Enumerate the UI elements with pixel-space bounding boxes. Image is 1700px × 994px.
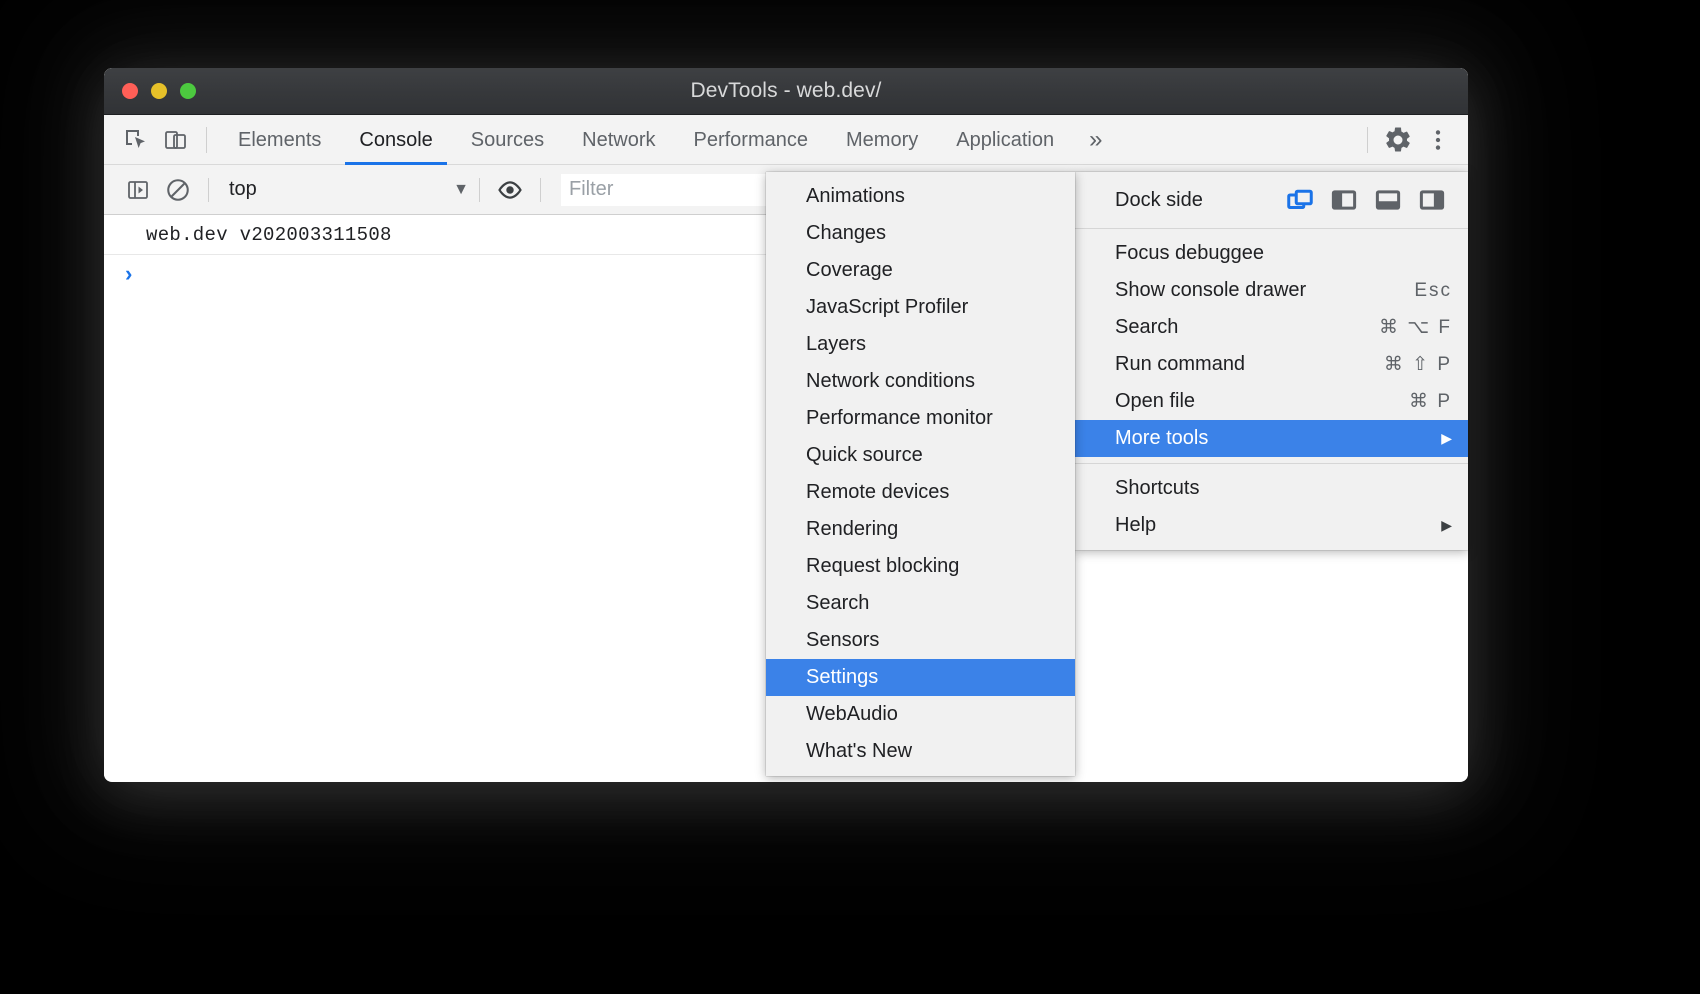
menu-item-label: Quick source	[806, 444, 1059, 467]
tab-sources[interactable]: Sources	[452, 115, 563, 165]
submenu-arrow-icon: ▶	[1441, 430, 1452, 447]
submenu-item-search[interactable]: Search	[766, 585, 1075, 622]
menu-item-label: Run command	[1115, 353, 1356, 376]
clear-console-icon[interactable]	[158, 172, 198, 208]
menu-item-label: JavaScript Profiler	[806, 296, 1059, 319]
menu-item-label: Settings	[806, 666, 1059, 689]
console-prompt-caret-icon: ›	[122, 263, 135, 288]
tabbar-right-divider	[1367, 127, 1368, 153]
menu-separator-2	[1075, 463, 1468, 464]
menu-item-label: Focus debuggee	[1115, 242, 1452, 265]
console-toolbar-divider-1	[208, 178, 209, 202]
menu-item-focus-debuggee[interactable]: Focus debuggee	[1075, 235, 1468, 272]
execution-context-select[interactable]: top ▼	[219, 172, 469, 208]
submenu-item-layers[interactable]: Layers	[766, 326, 1075, 363]
menu-item-label: More tools	[1115, 427, 1423, 450]
devtools-tabbar: Elements Console Sources Network Perform…	[104, 115, 1468, 165]
submenu-item-network-conditions[interactable]: Network conditions	[766, 363, 1075, 400]
submenu-item-settings[interactable]: Settings	[766, 659, 1075, 696]
tab-memory[interactable]: Memory	[827, 115, 937, 165]
submenu-item-coverage[interactable]: Coverage	[766, 252, 1075, 289]
submenu-item-whats-new[interactable]: What's New	[766, 733, 1075, 770]
menu-item-shortcut: ⌘ ⌥ F	[1379, 316, 1452, 339]
more-tools-submenu: Animations Changes Coverage JavaScript P…	[766, 172, 1075, 776]
dock-to-bottom-icon[interactable]	[1368, 183, 1408, 217]
submenu-item-changes[interactable]: Changes	[766, 215, 1075, 252]
undock-into-separate-window-icon[interactable]	[1280, 183, 1320, 217]
menu-item-label: Remote devices	[806, 481, 1059, 504]
tab-console[interactable]: Console	[340, 115, 451, 165]
chevron-down-icon: ▼	[453, 181, 469, 199]
window-title: DevTools - web.dev/	[104, 68, 1468, 114]
more-options-menu: Dock side	[1075, 172, 1468, 550]
submenu-item-request-blocking[interactable]: Request blocking	[766, 548, 1075, 585]
console-toolbar-divider-2	[479, 178, 480, 202]
menu-item-label: What's New	[806, 740, 1059, 763]
submenu-item-quick-source[interactable]: Quick source	[766, 437, 1075, 474]
inspect-element-icon[interactable]	[118, 123, 154, 157]
dock-to-right-icon[interactable]	[1412, 183, 1452, 217]
menu-item-help[interactable]: Help ▶	[1075, 507, 1468, 544]
menu-item-more-tools[interactable]: More tools ▶	[1075, 420, 1468, 457]
tab-performance[interactable]: Performance	[675, 115, 828, 165]
more-options-kebab-icon[interactable]	[1420, 123, 1456, 157]
console-message-text: web.dev v202003311508	[146, 224, 392, 246]
menu-item-label: Rendering	[806, 518, 1059, 541]
menu-item-label: Changes	[806, 222, 1059, 245]
menu-item-open-file[interactable]: Open file ⌘ P	[1075, 383, 1468, 420]
submenu-item-performance-monitor[interactable]: Performance monitor	[766, 400, 1075, 437]
menu-item-label: Shortcuts	[1115, 477, 1452, 500]
device-toolbar-icon[interactable]	[158, 123, 194, 157]
submenu-item-rendering[interactable]: Rendering	[766, 511, 1075, 548]
menu-item-label: Search	[1115, 316, 1351, 339]
dock-side-label: Dock side	[1115, 189, 1276, 212]
tab-elements[interactable]: Elements	[219, 115, 340, 165]
menu-item-label: Open file	[1115, 390, 1381, 413]
tab-network[interactable]: Network	[563, 115, 674, 165]
menu-item-label: Coverage	[806, 259, 1059, 282]
menu-item-shortcuts[interactable]: Shortcuts	[1075, 470, 1468, 507]
tab-overflow-chevron-icon[interactable]: »	[1073, 115, 1118, 165]
menu-item-label: Animations	[806, 185, 1059, 208]
live-expression-eye-icon[interactable]	[490, 172, 530, 208]
menu-item-label: Request blocking	[806, 555, 1059, 578]
console-toolbar-divider-3	[540, 178, 541, 202]
submenu-item-remote-devices[interactable]: Remote devices	[766, 474, 1075, 511]
dock-to-left-icon[interactable]	[1324, 183, 1364, 217]
menu-item-label: Performance monitor	[806, 407, 1059, 430]
menu-item-label: Layers	[806, 333, 1059, 356]
submenu-arrow-icon: ▶	[1441, 517, 1452, 534]
menu-item-show-console-drawer[interactable]: Show console drawer Esc	[1075, 272, 1468, 309]
submenu-item-animations[interactable]: Animations	[766, 178, 1075, 215]
submenu-item-sensors[interactable]: Sensors	[766, 622, 1075, 659]
execution-context-value: top	[229, 178, 453, 201]
menu-item-label: Sensors	[806, 629, 1059, 652]
menu-item-shortcut: Esc	[1414, 280, 1452, 302]
menu-item-shortcut: ⌘ ⇧ P	[1384, 353, 1452, 376]
window-titlebar: DevTools - web.dev/	[104, 68, 1468, 115]
dock-side-row: Dock side	[1075, 178, 1468, 222]
menu-item-label: WebAudio	[806, 703, 1059, 726]
console-sidebar-icon[interactable]	[118, 172, 158, 208]
menu-item-run-command[interactable]: Run command ⌘ ⇧ P	[1075, 346, 1468, 383]
menu-item-label: Help	[1115, 514, 1423, 537]
menu-item-search[interactable]: Search ⌘ ⌥ F	[1075, 309, 1468, 346]
tabbar-divider	[206, 127, 207, 153]
settings-gear-icon[interactable]	[1380, 123, 1416, 157]
menu-item-label: Show console drawer	[1115, 279, 1386, 302]
tab-application[interactable]: Application	[937, 115, 1073, 165]
menu-item-label: Network conditions	[806, 370, 1059, 393]
submenu-item-javascript-profiler[interactable]: JavaScript Profiler	[766, 289, 1075, 326]
menu-item-shortcut: ⌘ P	[1409, 390, 1452, 413]
tabbar-right-controls	[1367, 115, 1460, 165]
menu-item-label: Search	[806, 592, 1059, 615]
menu-separator-1	[1075, 228, 1468, 229]
screenshot-stage: DevTools - web.dev/ Elements Console Sou…	[0, 0, 1700, 994]
submenu-item-webaudio[interactable]: WebAudio	[766, 696, 1075, 733]
